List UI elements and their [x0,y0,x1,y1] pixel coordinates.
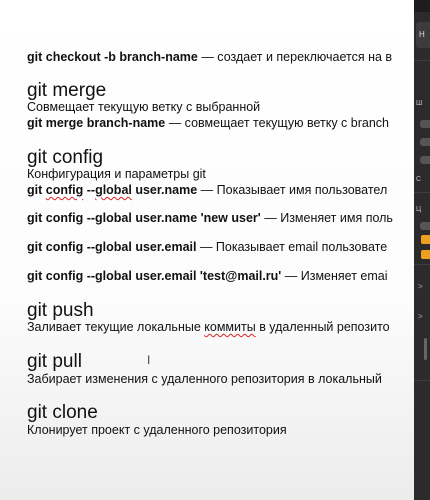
cmd-part: -- [83,183,96,197]
config-set-user-name-description: — Изменяет имя поль [260,211,393,225]
clone-heading: git clone [27,402,98,423]
cmd-part: git [27,183,46,197]
config-user-name-description: — Показывает имя пользовател [197,183,388,197]
panel-divider [414,380,430,381]
panel-tab[interactable]: H [416,22,430,48]
merge-command: git merge branch-name [27,116,166,130]
panel-divider [414,60,430,61]
config-heading: git config [27,147,104,168]
cmd-part: user.name [131,183,198,197]
push-description: Заливает текущие локальные коммиты в уда… [27,320,390,335]
checkout-command: git checkout -b branch-name [27,50,198,64]
merge-command-description: — совмещает текущую ветку с branch [165,116,389,130]
panel-toggle[interactable] [420,120,430,128]
config-line-user-email: git config --global user.email — Показыв… [27,240,387,255]
config-line-user-name: git config --global user.name — Показыва… [27,183,387,198]
panel-divider [414,192,430,193]
config-description: Конфигурация и параметры git [27,167,206,181]
panel-toggle[interactable] [420,156,430,164]
push-desc-part: Заливает текущие локальные [27,320,205,334]
panel-accent-swatch[interactable] [421,235,430,244]
cmd-part-misspelled: config [45,183,84,197]
panel-toggle[interactable] [420,138,430,146]
config-user-email-command: git config --global user.email [27,240,197,254]
checkout-line: git checkout -b branch-name — создает и … [27,50,392,65]
panel-label-3: Ц [416,206,422,213]
push-desc-part: в удаленный репозито [255,320,390,334]
config-line-set-user-name: git config --global user.name 'new user'… [27,211,393,226]
merge-command-line: git merge branch-name — совмещает текущу… [27,116,389,131]
pull-description: Забирает изменения с удаленного репозито… [27,372,382,386]
config-user-email-description: — Показывает email пользовате [196,240,388,254]
panel-scrollbar[interactable] [424,338,427,360]
panel-accent-swatch[interactable] [421,250,430,259]
clone-description: Клонирует проект с удаленного репозитори… [27,423,287,437]
panel-label-2: С [416,176,422,183]
merge-heading: git merge [27,80,107,101]
panel-divider [414,264,430,265]
chevron-right-icon[interactable]: > [418,312,423,321]
chevron-right-icon[interactable]: > [418,282,423,291]
panel-toggle[interactable] [420,222,430,230]
merge-description: Совмещает текущую ветку с выбранной [27,100,261,114]
side-panel: H Ш С Ц > > [414,0,430,500]
document-page: git checkout -b branch-name — создает и … [0,0,414,500]
panel-label-1: Ш [416,100,423,107]
push-desc-misspelled: коммиты [204,320,256,334]
push-heading: git push [27,300,94,321]
config-user-name-command: git config --global user.name [27,183,197,197]
config-set-user-email-command: git config --global user.email 'test@mai… [27,269,282,283]
panel-top-bar [414,0,430,12]
config-line-set-user-email: git config --global user.email 'test@mai… [27,269,388,284]
checkout-description: — создает и переключается на в [197,50,393,64]
pull-heading: git pull [27,351,82,372]
text-cursor-icon: I [147,353,151,367]
cmd-part-misspelled: global [95,183,132,197]
config-set-user-email-description: — Изменяет emai [281,269,388,283]
config-set-user-name-command: git config --global user.name 'new user' [27,211,261,225]
